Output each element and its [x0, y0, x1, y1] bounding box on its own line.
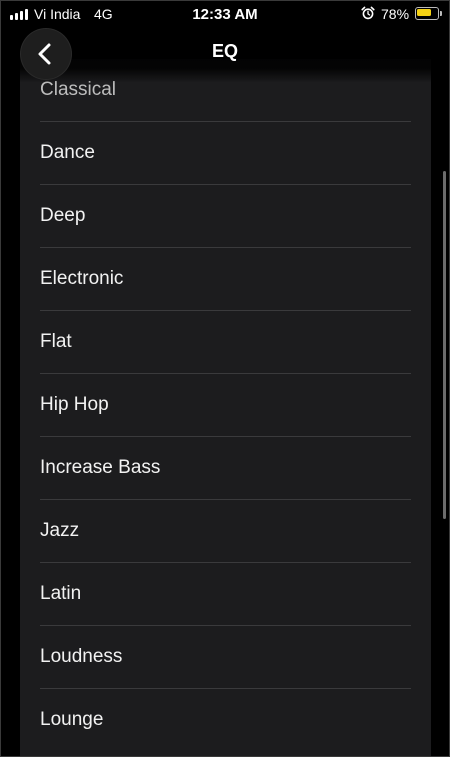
- list-item-increase-bass[interactable]: Increase Bass: [20, 437, 431, 500]
- list-item-lounge[interactable]: Lounge: [20, 689, 431, 752]
- list-item-label: Latin: [40, 583, 82, 604]
- list-item-loudness[interactable]: Loudness: [20, 626, 431, 689]
- list-item-label: Jazz: [40, 520, 80, 541]
- navigation-header: EQ: [1, 25, 449, 83]
- list-item-label: Loudness: [40, 646, 123, 667]
- app-screen: Vi India 4G 12:33 AM 78% EQ Classical Da…: [0, 0, 450, 757]
- battery-percent: 78%: [381, 6, 410, 22]
- list-item-deep[interactable]: Deep: [20, 185, 431, 248]
- list-item-hip-hop[interactable]: Hip Hop: [20, 374, 431, 437]
- list-item-flat[interactable]: Flat: [20, 311, 431, 374]
- eq-preset-list: Classical Dance Deep Electronic Flat Hip…: [20, 59, 431, 756]
- list-item-label: Dance: [40, 142, 95, 163]
- status-bar: Vi India 4G 12:33 AM 78%: [1, 1, 449, 27]
- list-item-label: Hip Hop: [40, 394, 109, 415]
- list-item-label: Increase Bass: [40, 457, 161, 478]
- list-item-latin[interactable]: Latin: [20, 563, 431, 626]
- battery-icon: [415, 7, 442, 20]
- list-item-jazz[interactable]: Jazz: [20, 500, 431, 563]
- page-title: EQ: [211, 41, 238, 61]
- list-item-label: Electronic: [40, 268, 124, 289]
- list-item-electronic[interactable]: Electronic: [20, 248, 431, 311]
- scrollbar[interactable]: [443, 171, 446, 519]
- list-item-label: Lounge: [40, 709, 104, 730]
- list-item-label: Flat: [40, 331, 72, 352]
- list-item-dance[interactable]: Dance: [20, 122, 431, 185]
- list-item-label: Deep: [40, 205, 86, 226]
- alarm-clock-icon: [361, 6, 375, 20]
